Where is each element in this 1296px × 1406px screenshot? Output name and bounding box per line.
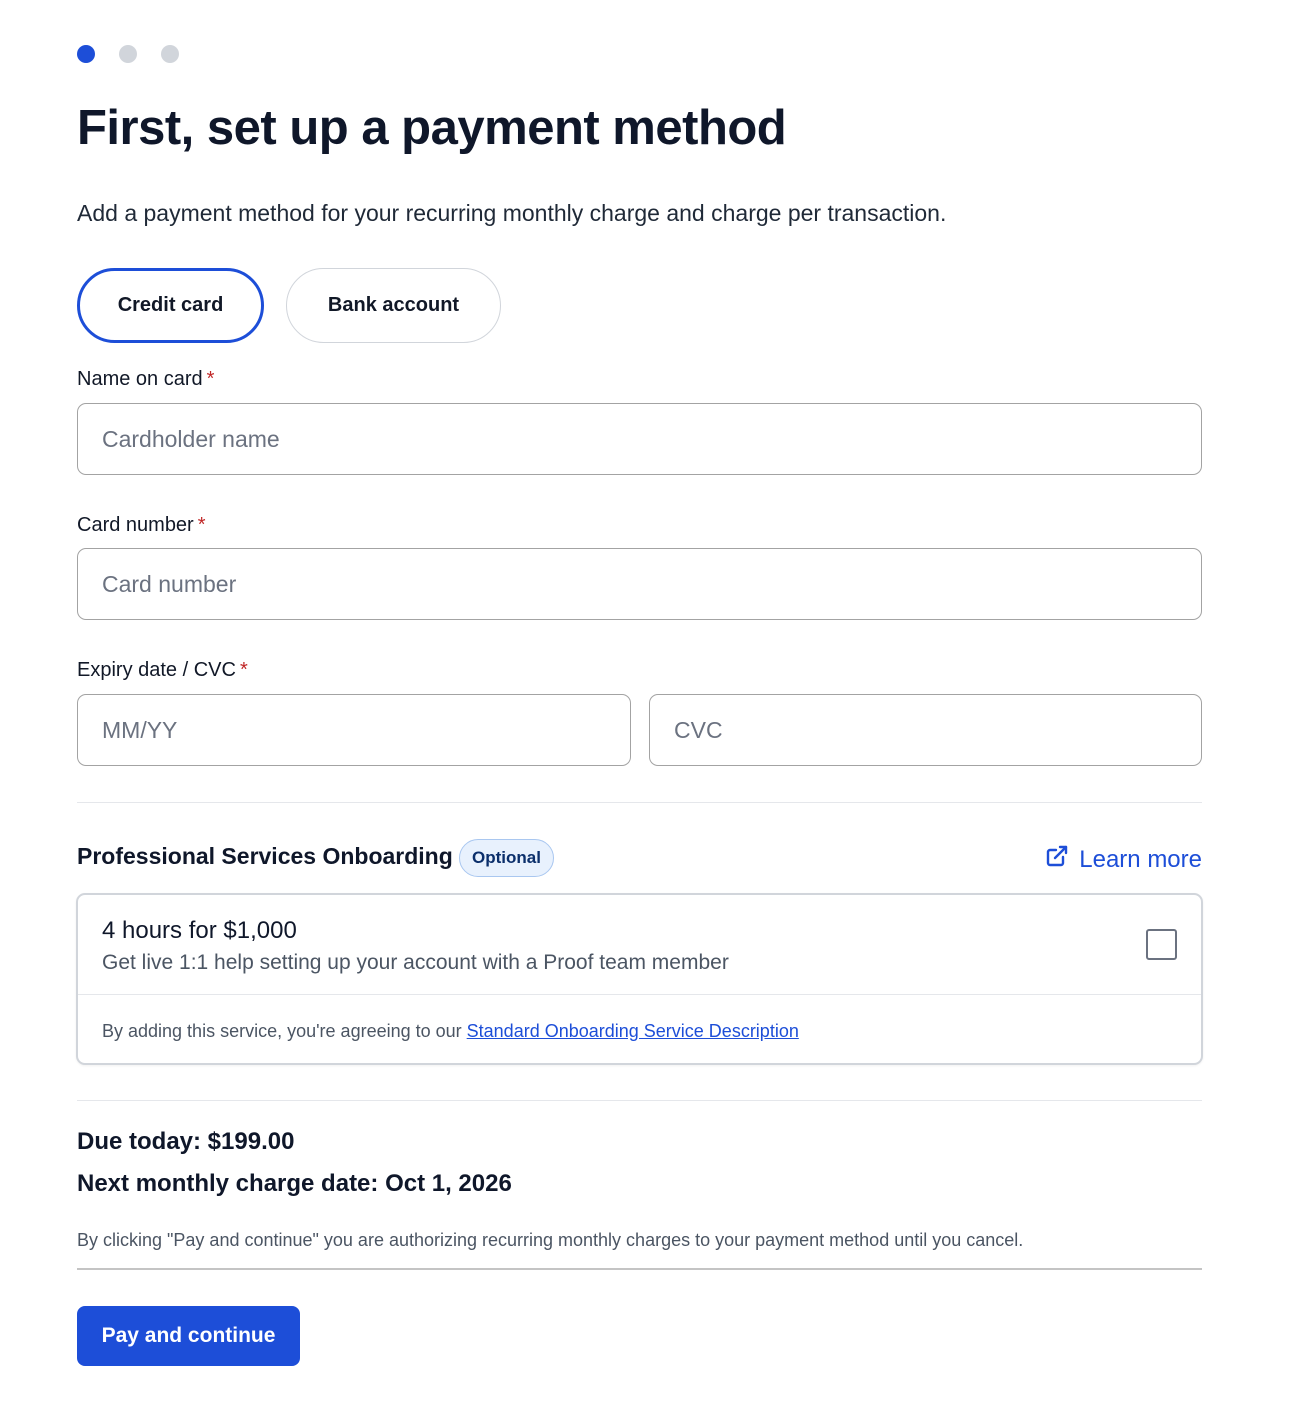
- service-terms: By adding this service, you're agreeing …: [102, 1021, 799, 1042]
- progress-stepper: [77, 45, 179, 63]
- step-3-dot: [161, 45, 179, 63]
- name-on-card-label-text: Name on card: [77, 368, 203, 390]
- summary-divider: [77, 1100, 1202, 1101]
- section-divider: [77, 802, 1202, 803]
- expiry-cvc-label: Expiry date / CVC *: [77, 659, 248, 682]
- step-1-dot: [77, 45, 95, 63]
- required-marker: *: [197, 514, 206, 536]
- card-number-label-text: Card number: [77, 514, 194, 536]
- terms-link[interactable]: Standard Onboarding Service Description: [467, 1021, 799, 1041]
- cardholder-name-input[interactable]: [77, 403, 1202, 475]
- external-link-icon: [1045, 844, 1069, 875]
- onboarding-service-card[interactable]: 4 hours for $1,000 Get live 1:1 help set…: [76, 893, 1203, 1065]
- next-charge-date: Next monthly charge date: Oct 1, 2026: [77, 1170, 512, 1197]
- payment-method-toggle: Credit card Bank account: [77, 268, 501, 343]
- expiry-cvc-label-text: Expiry date / CVC: [77, 659, 236, 681]
- onboarding-title: Professional Services Onboarding: [77, 843, 453, 869]
- terms-prefix: By adding this service, you're agreeing …: [102, 1021, 462, 1041]
- name-on-card-label: Name on card *: [77, 368, 214, 391]
- expiry-date-input[interactable]: [77, 694, 631, 766]
- cvc-input[interactable]: [649, 694, 1202, 766]
- card-number-label: Card number *: [77, 514, 206, 537]
- page-subtitle: Add a payment method for your recurring …: [77, 200, 947, 226]
- service-description: Get live 1:1 help setting up your accoun…: [102, 951, 729, 974]
- footer-divider: [77, 1268, 1202, 1270]
- bank-account-tab[interactable]: Bank account: [286, 268, 501, 343]
- required-marker: *: [206, 368, 215, 390]
- required-marker: *: [239, 659, 248, 681]
- authorization-note: By clicking "Pay and continue" you are a…: [77, 1230, 1024, 1250]
- pay-and-continue-button[interactable]: Pay and continue: [77, 1306, 300, 1366]
- add-service-checkbox[interactable]: [1146, 929, 1177, 960]
- service-card-header: 4 hours for $1,000 Get live 1:1 help set…: [78, 895, 1201, 995]
- optional-badge: Optional: [459, 839, 554, 877]
- page-title: First, set up a payment method: [77, 101, 787, 155]
- service-price: 4 hours for $1,000: [102, 917, 297, 944]
- card-number-input[interactable]: [77, 548, 1202, 620]
- due-today: Due today: $199.00: [77, 1128, 295, 1155]
- learn-more-link[interactable]: Learn more: [1045, 844, 1202, 875]
- step-2-dot: [119, 45, 137, 63]
- credit-card-tab[interactable]: Credit card: [77, 268, 264, 343]
- learn-more-label: Learn more: [1079, 845, 1202, 873]
